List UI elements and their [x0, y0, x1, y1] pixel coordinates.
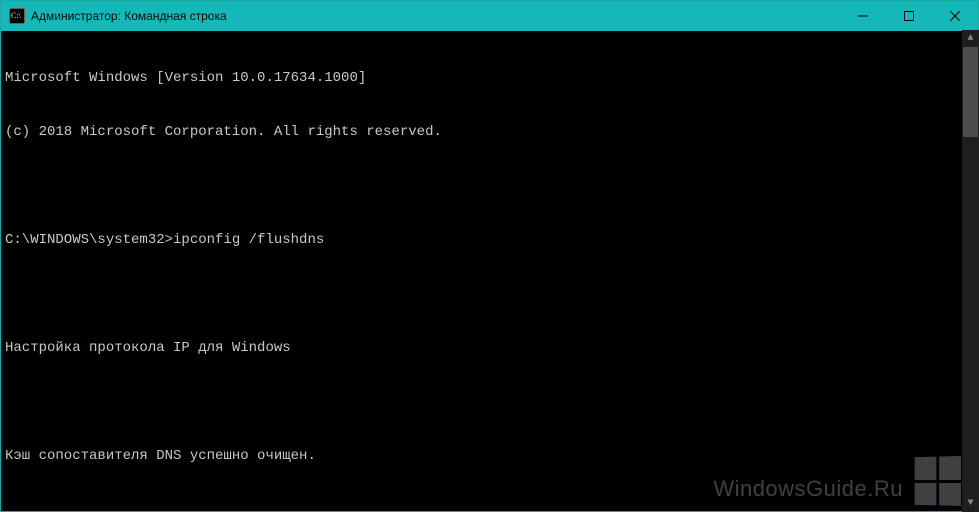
- terminal-line: [5, 285, 974, 303]
- cmd-window: C:\ Администратор: Командная строка Micr…: [0, 0, 979, 512]
- terminal-line: [5, 393, 974, 411]
- terminal-area[interactable]: Microsoft Windows [Version 10.0.17634.10…: [1, 31, 978, 511]
- terminal-line: Microsoft Windows [Version 10.0.17634.10…: [5, 69, 974, 87]
- close-button[interactable]: [932, 1, 978, 31]
- svg-text:C:\: C:\: [11, 11, 22, 20]
- terminal-line: Настройка протокола IP для Windows: [5, 339, 974, 357]
- minimize-button[interactable]: [840, 1, 886, 31]
- scroll-up-icon[interactable]: ▲: [962, 30, 979, 47]
- scrollbar-thumb[interactable]: [963, 47, 978, 137]
- terminal-line: Кэш сопоставителя DNS успешно очищен.: [5, 447, 974, 465]
- terminal-line: [5, 501, 974, 511]
- titlebar[interactable]: C:\ Администратор: Командная строка: [1, 1, 978, 31]
- scroll-down-icon[interactable]: ▼: [962, 495, 979, 512]
- terminal-line: C:\WINDOWS\system32>ipconfig /flushdns: [5, 231, 974, 249]
- cmd-icon: C:\: [9, 8, 25, 24]
- terminal-line: (c) 2018 Microsoft Corporation. All righ…: [5, 123, 974, 141]
- vertical-scrollbar[interactable]: ▲ ▼: [962, 30, 979, 512]
- maximize-button[interactable]: [886, 1, 932, 31]
- terminal-line: [5, 177, 974, 195]
- window-title: Администратор: Командная строка: [31, 9, 227, 23]
